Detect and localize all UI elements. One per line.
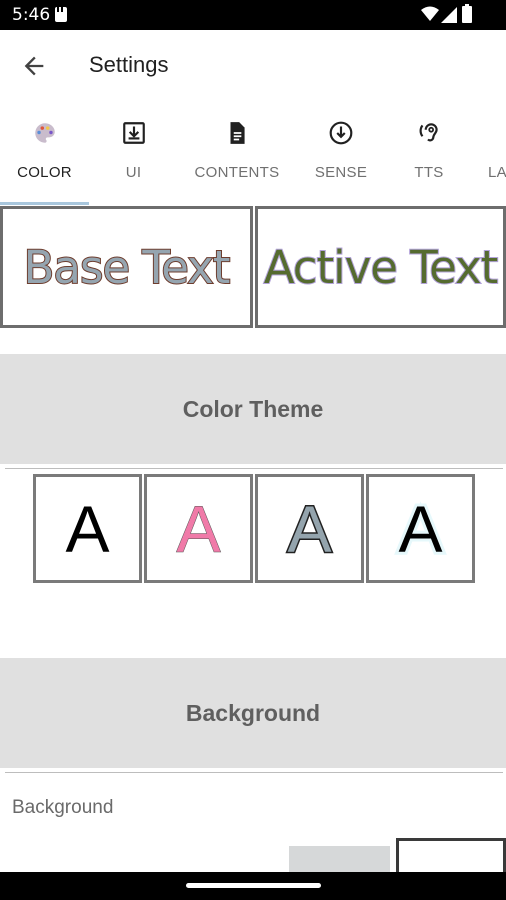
background-option-white[interactable] bbox=[396, 838, 506, 876]
tab-sense[interactable]: SENSE bbox=[298, 102, 384, 206]
swatch-letter: A bbox=[286, 491, 333, 566]
document-icon bbox=[230, 122, 245, 144]
settings-tabs: COLOR UI CONTENTS SENSE TTS LA bbox=[0, 102, 506, 206]
navigation-bar bbox=[0, 872, 506, 900]
sd-card-icon bbox=[55, 7, 67, 22]
section-title: Background bbox=[185, 699, 321, 726]
theme-swatch-gray[interactable]: A bbox=[255, 474, 364, 583]
tab-ui[interactable]: UI bbox=[89, 102, 178, 206]
active-text-label: Active Text bbox=[263, 240, 500, 295]
theme-swatch-pink[interactable]: A bbox=[144, 474, 253, 583]
swatch-letter: A bbox=[65, 491, 110, 566]
swatch-letter: A bbox=[176, 491, 221, 566]
app-bar: Settings bbox=[0, 30, 506, 102]
battery-icon bbox=[462, 4, 472, 23]
wifi-icon bbox=[421, 6, 439, 21]
tab-label: CONTENTS bbox=[194, 164, 280, 181]
tab-tts[interactable]: TTS bbox=[389, 102, 469, 206]
swatch-letter: A bbox=[395, 491, 445, 566]
page-title: Settings bbox=[89, 52, 169, 77]
section-title: Color Theme bbox=[182, 395, 324, 422]
base-text-label: Base Text bbox=[23, 240, 232, 295]
status-time: 5:46 bbox=[12, 5, 51, 25]
arrow-down-circle-icon bbox=[329, 121, 353, 145]
home-handle[interactable] bbox=[186, 883, 321, 888]
tab-indicator bbox=[0, 202, 89, 205]
theme-swatch-black[interactable]: A bbox=[33, 474, 142, 583]
hearing-icon bbox=[419, 123, 438, 142]
signal-icon bbox=[441, 7, 457, 23]
active-text-preview[interactable]: Active Text bbox=[255, 206, 506, 328]
tab-label: LA bbox=[488, 164, 506, 181]
tab-contents[interactable]: CONTENTS bbox=[188, 102, 286, 206]
tab-label: TTS bbox=[414, 164, 444, 181]
tab-label: COLOR bbox=[17, 164, 72, 181]
color-theme-header: Color Theme bbox=[0, 354, 506, 464]
divider bbox=[5, 468, 503, 469]
tab-label: SENSE bbox=[314, 164, 368, 181]
background-label: Background bbox=[12, 797, 114, 818]
base-text-preview[interactable]: Base Text bbox=[0, 206, 253, 328]
divider bbox=[5, 772, 503, 773]
tab-color[interactable]: COLOR bbox=[0, 102, 89, 206]
background-header: Background bbox=[0, 658, 506, 768]
tab-label: UI bbox=[125, 164, 142, 181]
palette-icon bbox=[34, 123, 55, 143]
status-bar: 5:46 bbox=[0, 0, 506, 30]
tab-language[interactable]: LA bbox=[478, 102, 506, 206]
theme-swatch-glow[interactable]: A bbox=[366, 474, 475, 583]
download-box-icon bbox=[122, 122, 145, 144]
back-arrow-icon[interactable] bbox=[20, 52, 48, 80]
